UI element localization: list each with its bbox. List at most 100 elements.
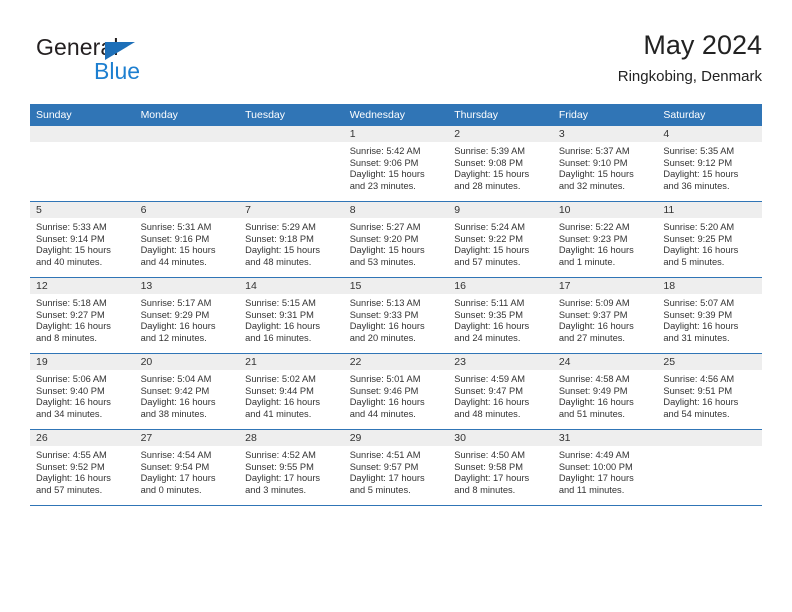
day-cell-inner: 13 Sunrise: 5:17 AM Sunset: 9:29 PM Dayligh… [134, 278, 240, 353]
calendar-day-cell[interactable]: 10 Sunrise: 5:22 AM Sunset: 9:23 PM Dayligh… [552, 201, 658, 278]
sunrise-text: Sunrise: 5:06 AM [36, 374, 107, 384]
calendar-day-cell[interactable]: 26 Sunrise: 4:55 AM Sunset: 9:52 PM Dayligh… [30, 429, 135, 506]
calendar-day-cell[interactable]: 30 Sunrise: 4:50 AM Sunset: 9:58 PM Dayligh… [448, 429, 553, 506]
daylight-text-line1: Daylight: 16 hours [349, 321, 425, 332]
calendar-day-cell[interactable]: 15 Sunrise: 5:13 AM Sunset: 9:33 PM Dayligh… [343, 277, 449, 354]
day-cell-inner: 4 Sunrise: 5:35 AM Sunset: 9:12 PM Daylight… [657, 126, 762, 201]
calendar-day-cell[interactable]: 23 Sunrise: 4:59 AM Sunset: 9:47 PM Dayligh… [448, 353, 553, 430]
day-cell-inner: 15 Sunrise: 5:13 AM Sunset: 9:33 PM Dayligh… [343, 278, 449, 353]
calendar-day-cell[interactable]: 3 Sunrise: 5:37 AM Sunset: 9:10 PM Daylight… [552, 126, 658, 202]
sunrise-text: Sunrise: 5:07 AM [663, 298, 735, 308]
page-header: General Blue May 2024 Ringkobing, Denmar… [30, 28, 762, 98]
calendar-day-cell[interactable]: 7 Sunrise: 5:29 AM Sunset: 9:18 PM Daylight… [239, 201, 344, 278]
calendar-day-cell[interactable]: 16 Sunrise: 5:11 AM Sunset: 9:35 PM Dayligh… [448, 277, 553, 354]
calendar-day-cell[interactable]: 17 Sunrise: 5:09 AM Sunset: 9:37 PM Dayligh… [552, 277, 658, 354]
calendar-body: 1 Sunrise: 5:42 AM Sunset: 9:06 PM Daylight… [30, 126, 762, 506]
sunset-text: Sunset: 9:18 PM [245, 233, 314, 244]
sunset-text: Sunset: 9:37 PM [558, 309, 628, 320]
day-number: 6 [134, 202, 240, 218]
calendar-day-cell[interactable]: 21 Sunrise: 5:02 AM Sunset: 9:44 PM Dayligh… [239, 353, 344, 430]
day-cell-inner: 7 Sunrise: 5:29 AM Sunset: 9:18 PM Daylight… [239, 202, 344, 277]
calendar-day-cell[interactable]: 27 Sunrise: 4:54 AM Sunset: 9:54 PM Dayligh… [134, 429, 240, 506]
daylight-text-line1: Daylight: 16 hours [663, 397, 739, 408]
day-cell-inner: 22 Sunrise: 5:01 AM Sunset: 9:46 PM Dayligh… [343, 354, 449, 429]
day-details: Sunrise: 4:52 AM Sunset: 9:55 PM Daylight:… [239, 446, 344, 496]
day-details: Sunrise: 4:50 AM Sunset: 9:58 PM Daylight:… [448, 446, 553, 496]
daylight-text-line2: and 38 minutes. [140, 408, 207, 419]
sunrise-text: Sunrise: 4:52 AM [245, 450, 316, 460]
day-number: 20 [134, 354, 240, 370]
calendar-day-cell[interactable]: 19 Sunrise: 5:06 AM Sunset: 9:40 PM Dayligh… [30, 353, 135, 430]
daylight-text-line1: Daylight: 15 hours [558, 169, 634, 180]
day-number: 19 [30, 354, 135, 370]
day-details: Sunrise: 5:02 AM Sunset: 9:44 PM Daylight:… [239, 370, 344, 420]
daylight-text-line1: Daylight: 16 hours [349, 397, 425, 408]
calendar-day-cell[interactable]: 14 Sunrise: 5:15 AM Sunset: 9:31 PM Dayligh… [239, 277, 344, 354]
calendar-day-cell[interactable]: 1 Sunrise: 5:42 AM Sunset: 9:06 PM Daylight… [343, 126, 449, 202]
calendar-day-cell[interactable]: 29 Sunrise: 4:51 AM Sunset: 9:57 PM Dayligh… [343, 429, 449, 506]
day-details: Sunrise: 5:27 AM Sunset: 9:20 PM Daylight:… [344, 218, 449, 268]
calendar-day-cell[interactable]: 22 Sunrise: 5:01 AM Sunset: 9:46 PM Dayligh… [343, 353, 449, 430]
day-details: Sunrise: 5:07 AM Sunset: 9:39 PM Daylight:… [657, 294, 762, 344]
calendar-day-cell[interactable]: 18 Sunrise: 5:07 AM Sunset: 9:39 PM Dayligh… [657, 277, 762, 354]
sunrise-text: Sunrise: 5:04 AM [140, 374, 212, 384]
sunrise-text: Sunrise: 5:20 AM [663, 222, 735, 232]
sunset-text: Sunset: 9:58 PM [454, 461, 523, 472]
day-number: 16 [448, 278, 553, 294]
sunrise-text: Sunrise: 4:59 AM [454, 374, 526, 384]
daylight-text-line1: Daylight: 16 hours [245, 321, 321, 332]
calendar-day-cell[interactable]: 25 Sunrise: 4:56 AM Sunset: 9:51 PM Dayligh… [657, 353, 762, 430]
day-number: 18 [657, 278, 762, 294]
day-cell-inner: 29 Sunrise: 4:51 AM Sunset: 9:57 PM Dayligh… [343, 430, 449, 505]
sunrise-text: Sunrise: 5:01 AM [349, 374, 421, 384]
daylight-text-line2: and 3 minutes. [245, 484, 307, 495]
daylight-text-line2: and 48 minutes. [245, 256, 312, 267]
daylight-text-line2: and 23 minutes. [349, 180, 416, 191]
day-cell-inner: 12 Sunrise: 5:18 AM Sunset: 9:27 PM Dayligh… [30, 278, 135, 353]
day-number: 8 [343, 202, 449, 218]
calendar-day-cell[interactable]: 9 Sunrise: 5:24 AM Sunset: 9:22 PM Daylight… [448, 201, 553, 278]
day-details [30, 142, 135, 146]
calendar-week-row: 19 Sunrise: 5:06 AM Sunset: 9:40 PM Dayligh… [30, 353, 762, 430]
calendar-day-cell[interactable]: 24 Sunrise: 4:58 AM Sunset: 9:49 PM Dayligh… [552, 353, 658, 430]
day-number: 2 [448, 126, 553, 142]
daylight-text-line2: and 0 minutes. [140, 484, 202, 495]
calendar-day-cell[interactable]: 2 Sunrise: 5:39 AM Sunset: 9:08 PM Daylight… [448, 126, 553, 202]
calendar-day-cell[interactable]: 4 Sunrise: 5:35 AM Sunset: 9:12 PM Daylight… [657, 126, 762, 202]
calendar-day-cell[interactable]: 11 Sunrise: 5:20 AM Sunset: 9:25 PM Dayligh… [657, 201, 762, 278]
day-details: Sunrise: 4:54 AM Sunset: 9:54 PM Daylight:… [135, 446, 240, 496]
sunset-text: Sunset: 9:44 PM [245, 385, 314, 396]
day-details: Sunrise: 5:06 AM Sunset: 9:40 PM Daylight:… [30, 370, 135, 420]
daylight-text-line1: Daylight: 17 hours [558, 473, 634, 484]
calendar-day-cell[interactable]: 12 Sunrise: 5:18 AM Sunset: 9:27 PM Dayligh… [30, 277, 135, 354]
day-cell-inner: 9 Sunrise: 5:24 AM Sunset: 9:22 PM Daylight… [448, 202, 553, 277]
day-details: Sunrise: 4:56 AM Sunset: 9:51 PM Daylight:… [657, 370, 762, 420]
sunrise-text: Sunrise: 4:49 AM [558, 450, 630, 460]
daylight-text-line1: Daylight: 15 hours [454, 245, 530, 256]
daylight-text-line1: Daylight: 15 hours [454, 169, 530, 180]
day-number: 15 [343, 278, 449, 294]
day-details: Sunrise: 4:59 AM Sunset: 9:47 PM Daylight:… [448, 370, 553, 420]
sunrise-text: Sunrise: 5:15 AM [245, 298, 316, 308]
daylight-text-line2: and 8 minutes. [454, 484, 516, 495]
calendar-day-cell[interactable]: 8 Sunrise: 5:27 AM Sunset: 9:20 PM Daylight… [343, 201, 449, 278]
calendar-day-cell[interactable]: 28 Sunrise: 4:52 AM Sunset: 9:55 PM Dayligh… [239, 429, 344, 506]
day-details: Sunrise: 5:33 AM Sunset: 9:14 PM Daylight:… [30, 218, 135, 268]
daylight-text-line2: and 36 minutes. [663, 180, 730, 191]
daylight-text-line1: Daylight: 16 hours [663, 321, 739, 332]
calendar-day-cell[interactable]: 31 Sunrise: 4:49 AM Sunset: 10:00 PM Daylig… [552, 429, 658, 506]
calendar-day-cell-empty [30, 126, 135, 202]
daylight-text-line2: and 57 minutes. [454, 256, 521, 267]
calendar-day-cell[interactable]: 20 Sunrise: 5:04 AM Sunset: 9:42 PM Dayligh… [134, 353, 240, 430]
calendar-day-cell[interactable]: 13 Sunrise: 5:17 AM Sunset: 9:29 PM Dayligh… [134, 277, 240, 354]
daylight-text-line1: Daylight: 16 hours [140, 321, 216, 332]
daylight-text-line2: and 44 minutes. [349, 408, 416, 419]
day-number: 24 [552, 354, 658, 370]
calendar-day-cell[interactable]: 5 Sunrise: 5:33 AM Sunset: 9:14 PM Daylight… [30, 201, 135, 278]
sunrise-text: Sunrise: 4:54 AM [140, 450, 212, 460]
sunrise-text: Sunrise: 5:33 AM [36, 222, 107, 232]
day-number [239, 126, 344, 142]
calendar-day-cell[interactable]: 6 Sunrise: 5:31 AM Sunset: 9:16 PM Daylight… [134, 201, 240, 278]
sunrise-text: Sunrise: 4:51 AM [349, 450, 421, 460]
day-number: 10 [552, 202, 658, 218]
